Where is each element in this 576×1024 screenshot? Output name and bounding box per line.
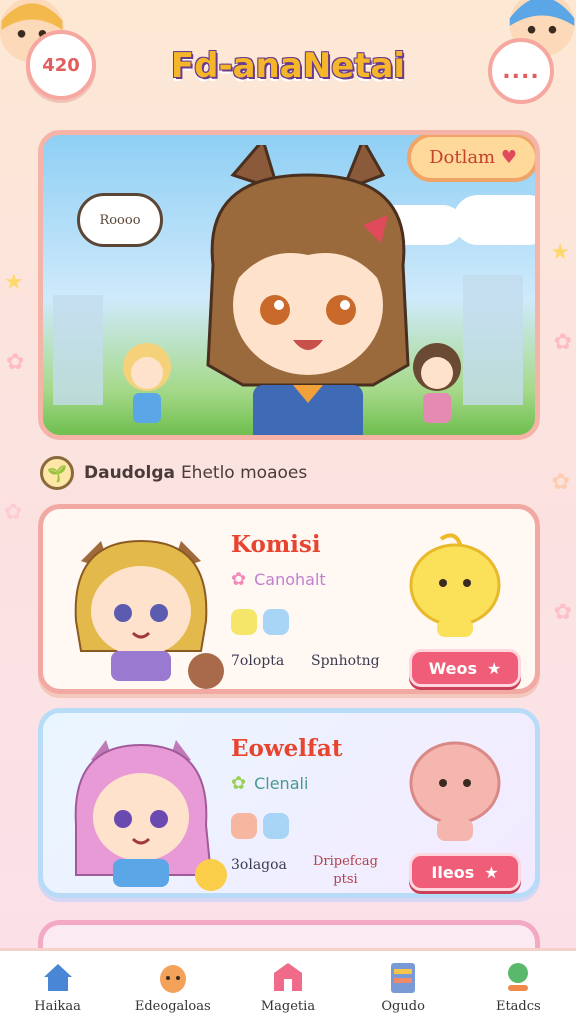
stat-right-line1: Dripefcag (313, 854, 378, 869)
nav-label: Haikaa (34, 999, 81, 1014)
card-action-button[interactable]: Weos ★ (409, 649, 521, 687)
swatch-yellow (231, 609, 257, 635)
chat-button[interactable]: .... (488, 38, 554, 104)
speech-text: Roooo (99, 212, 141, 228)
swatch-peach (231, 813, 257, 839)
nav-label: Edeogaloas (134, 999, 211, 1014)
bottom-nav: Haikaa Edeogaloas Magetia Ogudo Etadcs (0, 948, 576, 1024)
city-building (463, 275, 523, 405)
swatch-blue (263, 813, 289, 839)
stat-right-line2: ptsi (333, 872, 358, 887)
pet-egg-icon (159, 965, 186, 993)
stat-right: Spnhotng (311, 653, 380, 669)
home-icon (43, 964, 72, 991)
nav-item-shop[interactable]: Magetia (233, 959, 343, 1014)
hero-badge-button[interactable]: Dotlam ♥ (407, 135, 535, 182)
section-title-rest: Ehetlo moaoes (180, 463, 308, 483)
sprout-icon: 🌱 (40, 456, 74, 490)
star-icon: ✿ (6, 350, 25, 375)
section-title-bold: Daudolga (84, 463, 176, 483)
app-header: 420 Fd-anaNetai .... (0, 0, 576, 120)
star-icon: ★ (484, 862, 499, 882)
stat-left: 3olagoa (231, 857, 287, 873)
character-card[interactable]: Eowelfat ✿ Clenali 3olagoa Dripefcag pts… (38, 708, 540, 898)
nav-label: Magetia (260, 999, 316, 1014)
card-action-label: Weos (428, 658, 478, 678)
character-subtitle: ✿ Clenali (231, 773, 308, 794)
stat-left: 7olopta (231, 653, 285, 669)
card-action-button[interactable]: Ileos ★ (409, 853, 521, 891)
heart-icon: ♥ (500, 147, 517, 168)
nav-item-stats[interactable]: Etadcs (463, 959, 573, 1014)
star-icon: ✿ (553, 330, 572, 355)
character-subtitle: ✿ Canohalt (231, 569, 326, 590)
section-header: 🌱 Daudolga Ehetlo moaoes (40, 456, 307, 490)
swatch-blue (263, 609, 289, 635)
section-title: Daudolga Ehetlo moaoes (84, 463, 307, 483)
stat-right: Dripefcag ptsi (313, 853, 378, 889)
shelf-icon (391, 963, 416, 993)
star-icon: ★ (4, 270, 24, 295)
shop-icon (273, 963, 302, 991)
character-portrait (74, 539, 224, 689)
speech-bubble: Roooo (77, 193, 163, 247)
character-portrait (74, 740, 227, 891)
nav-item-home[interactable]: Haikaa (3, 959, 113, 1014)
star-icon: ★ (487, 658, 502, 678)
nav-item-eggs[interactable]: Edeogaloas (118, 959, 228, 1014)
nav-item-shelf[interactable]: Ogudo (348, 959, 458, 1014)
chat-dots-icon: .... (502, 58, 540, 84)
hero-banner[interactable]: Roooo Dotlam ♥ (38, 130, 540, 440)
pet-yellow (409, 533, 501, 637)
character-name: Komisi (231, 531, 321, 558)
color-swatches (231, 813, 289, 839)
star-icon: ✿ (553, 600, 572, 625)
sparkle-icon: ✿ (231, 569, 247, 590)
side-character-right (413, 343, 461, 423)
star-icon: ✿ (551, 470, 570, 495)
leaf-icon: ✿ (231, 773, 247, 794)
star-icon: ✿ (4, 500, 23, 525)
hero-badge-label: Dotlam (429, 147, 496, 168)
cloud (453, 195, 535, 245)
nav-label: Etadcs (495, 999, 541, 1014)
city-building (53, 295, 103, 405)
character-name: Eowelfat (231, 735, 343, 762)
nav-label: Ogudo (381, 999, 425, 1014)
chart-icon (508, 963, 529, 991)
pet-pink (409, 741, 501, 841)
hero-character (206, 145, 410, 435)
character-subtitle-text: Canohalt (254, 570, 326, 589)
star-icon: ★ (550, 240, 570, 265)
card-action-label: Ileos (431, 862, 475, 882)
side-character-left (123, 343, 171, 423)
character-subtitle-text: Clenali (254, 774, 309, 793)
color-swatches (231, 609, 289, 635)
character-card[interactable]: Komisi ✿ Canohalt 7olopta Spnhotng Weos … (38, 504, 540, 694)
